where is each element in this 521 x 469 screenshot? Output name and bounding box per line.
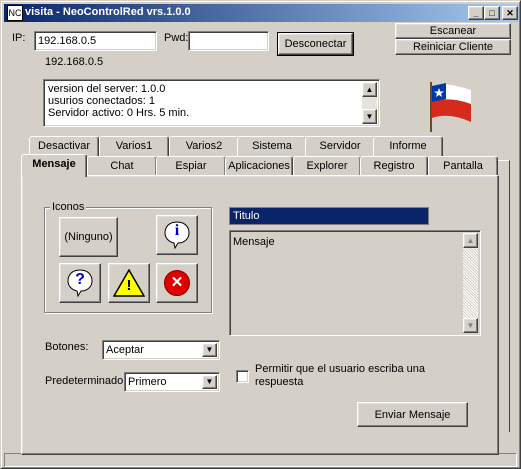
tab-informe[interactable]: Informe (373, 136, 443, 156)
chevron-down-icon[interactable]: ▼ (202, 343, 217, 357)
maximize-button[interactable]: □ (484, 6, 500, 20)
tab-chat[interactable]: Chat (87, 156, 157, 176)
server-info-box[interactable]: version del server: 1.0.0 usurios conect… (43, 79, 380, 127)
info-glyph: i (174, 222, 180, 239)
window-title: visita - NeoControlRed vrs.1.0.0 (25, 6, 191, 18)
tab-pantalla[interactable]: Pantalla (428, 156, 498, 176)
question-icon: ? (66, 268, 94, 298)
mensaje-scrollbar[interactable]: ▲ ▼ (463, 233, 478, 333)
tab-servidor[interactable]: Servidor (305, 136, 375, 156)
mensaje-panel: Iconos (Ninguno) i ? ! ✕ Titulo Mensaje … (21, 175, 499, 455)
permitir-label-line2: respuesta (255, 376, 304, 388)
ip-display: 192.168.0.5 (45, 56, 104, 68)
mensaje-text: Mensaje (233, 236, 275, 248)
info-icon-button[interactable]: i (156, 215, 198, 255)
tab-espiar[interactable]: Espiar (156, 156, 226, 176)
title-bar[interactable]: NC visita - NeoControlRed vrs.1.0.0 _ □ … (4, 4, 519, 22)
tab-varios2[interactable]: Varios2 (169, 136, 239, 156)
reiniciar-cliente-button[interactable]: Reiniciar Cliente (395, 39, 511, 55)
tab-mensaje[interactable]: Mensaje (21, 154, 87, 177)
scroll-down-icon[interactable]: ▼ (463, 318, 478, 333)
pwd-label: Pwd: (164, 32, 189, 44)
scroll-up-icon[interactable]: ▲ (463, 233, 478, 248)
predeterminado-label: Predeterminado: (45, 375, 127, 387)
chevron-down-icon[interactable]: ▼ (202, 375, 217, 389)
question-icon-button[interactable]: ? (59, 263, 101, 303)
botones-label: Botones: (45, 341, 89, 353)
tab-panel-back (498, 160, 510, 432)
warning-glyph: ! (126, 277, 132, 294)
enviar-mensaje-button[interactable]: Enviar Mensaje (357, 402, 468, 427)
disconnect-button[interactable]: Desconectar (277, 32, 354, 56)
predeterminado-value: Primero (128, 376, 167, 388)
scroll-down-icon[interactable]: ▼ (362, 109, 377, 124)
botones-select[interactable]: Aceptar ▼ (102, 340, 220, 360)
tab-varios1[interactable]: Varios1 (99, 136, 169, 156)
main-window: NC visita - NeoControlRed vrs.1.0.0 _ □ … (0, 0, 521, 469)
permitir-label: Permitir que el usuario escriba una resp… (255, 363, 425, 389)
error-glyph: ✕ (170, 274, 184, 291)
status-bar (4, 453, 517, 467)
tab-sistema[interactable]: Sistema (237, 136, 307, 156)
server-info-scrollbar[interactable]: ▲ ▼ (362, 82, 377, 124)
mensaje-textarea[interactable]: Mensaje ▲ ▼ (229, 230, 481, 336)
botones-value: Aceptar (106, 344, 144, 356)
tab-aplicaciones[interactable]: Aplicaciones (225, 156, 293, 176)
permitir-checkbox[interactable] (236, 370, 249, 383)
connected-users: usurios conectados: 1 (48, 95, 156, 107)
minimize-button[interactable]: _ (468, 6, 484, 20)
tab-explorer[interactable]: Explorer (293, 156, 361, 176)
ninguno-button[interactable]: (Ninguno) (59, 217, 118, 257)
app-icon: NC (7, 5, 23, 21)
warning-icon-button[interactable]: ! (108, 263, 150, 303)
chile-flag-icon (427, 78, 475, 132)
error-icon-button[interactable]: ✕ (156, 263, 198, 303)
predeterminado-select[interactable]: Primero ▼ (124, 372, 220, 392)
warning-icon: ! (112, 268, 146, 297)
error-icon: ✕ (163, 269, 191, 297)
ip-input[interactable]: 192.168.0.5 (34, 31, 157, 51)
iconos-label: Iconos (50, 201, 87, 213)
close-button[interactable]: ✕ (502, 6, 518, 20)
pwd-input[interactable] (188, 31, 269, 51)
scroll-up-icon[interactable]: ▲ (362, 82, 377, 97)
ip-label: IP: (12, 32, 26, 44)
server-version: version del server: 1.0.0 (48, 83, 166, 95)
question-glyph: ? (75, 271, 85, 288)
permitir-label-line1: Permitir que el usuario escriba una (255, 363, 425, 375)
tab-desactivar[interactable]: Desactivar (29, 136, 99, 156)
info-icon: i (163, 220, 191, 250)
server-uptime: Servidor activo: 0 Hrs. 5 min. (48, 107, 190, 119)
titulo-input[interactable]: Titulo (229, 207, 429, 225)
tab-registro[interactable]: Registro (360, 156, 428, 176)
escanear-button[interactable]: Escanear (395, 23, 511, 39)
